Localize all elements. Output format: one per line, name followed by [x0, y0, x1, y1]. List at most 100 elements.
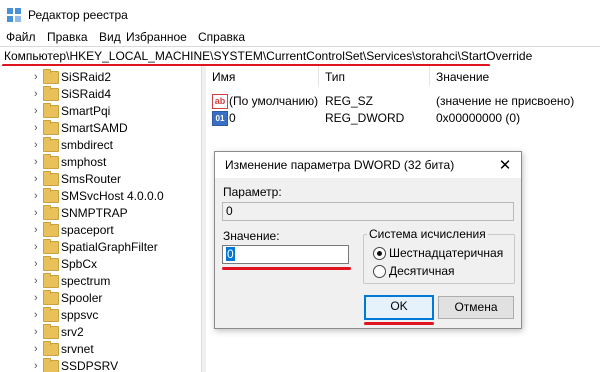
expand-arrow-icon[interactable]: › — [34, 326, 42, 338]
tree-item-label: SMSvcHost 4.0.0.0 — [61, 189, 164, 203]
value-label: Значение: — [223, 229, 280, 243]
tree-item-label: spectrum — [61, 274, 111, 288]
expand-arrow-icon[interactable]: › — [34, 88, 42, 100]
window-title: Редактор реестра — [28, 8, 128, 22]
dialog-title-bar: Изменение параметра DWORD (32 бита) ✕ — [215, 152, 521, 178]
string-value-icon: ab — [212, 94, 228, 109]
expand-arrow-icon[interactable]: › — [34, 207, 42, 219]
column-header-label: Значение — [436, 70, 490, 84]
menu-favorites[interactable]: Избранное — [126, 30, 187, 44]
expand-arrow-icon[interactable]: › — [34, 190, 42, 202]
folder-icon — [43, 290, 59, 305]
tree-item[interactable]: › SpatialGraphFilter — [0, 238, 201, 256]
radio-dec[interactable] — [373, 265, 386, 278]
tree-item-label: sppsvc — [61, 308, 99, 322]
menu-file[interactable]: Файл — [6, 30, 36, 44]
tree-item[interactable]: › SiSRaid2 — [0, 68, 201, 86]
expand-arrow-icon[interactable]: › — [34, 139, 42, 151]
value-name: (По умолчанию) — [229, 94, 319, 108]
folder-icon — [43, 324, 59, 339]
base-group-title: Система исчисления — [367, 227, 488, 241]
tree-item-label: srvnet — [61, 342, 94, 356]
expand-arrow-icon[interactable]: › — [34, 156, 42, 168]
folder-icon — [43, 120, 59, 135]
expand-arrow-icon[interactable]: › — [34, 258, 42, 270]
tree-item-label: SSDPSRV — [61, 359, 119, 372]
radio-hex-label[interactable]: Шестнадцатеричная — [389, 246, 503, 260]
dword-value-icon: 01 — [212, 111, 228, 126]
tree-item[interactable]: › SMSvcHost 4.0.0.0 — [0, 187, 201, 205]
radio-hex[interactable] — [373, 247, 386, 260]
folder-icon — [43, 256, 59, 271]
tree-item[interactable]: › spectrum — [0, 272, 201, 290]
expand-arrow-icon[interactable]: › — [34, 292, 42, 304]
tree-item-label: spaceport — [61, 223, 114, 237]
expand-arrow-icon[interactable]: › — [34, 309, 42, 321]
column-header-label: Тип — [325, 70, 346, 84]
registry-tree: › SiSRaid2 › SiSRaid4 › SmartPqi › SmartSAMD… — [0, 66, 201, 372]
column-header-name[interactable]: Имя — [206, 66, 319, 86]
tree-item[interactable]: › SSDPSRV — [0, 357, 201, 372]
tree-item[interactable]: › SmsRouter — [0, 170, 201, 188]
tree-item[interactable]: › smbdirect — [0, 136, 201, 154]
tree-item-label: SmsRouter — [61, 172, 122, 186]
expand-arrow-icon[interactable]: › — [34, 173, 42, 185]
tree-item[interactable]: › srvnet — [0, 340, 201, 358]
column-header-label: Имя — [212, 70, 236, 84]
value-data: 0x00000000 (0) — [436, 111, 521, 125]
tree-item-label: SmartSAMD — [61, 121, 128, 135]
expand-arrow-icon[interactable]: › — [34, 343, 42, 355]
value-highlight-underline — [222, 267, 351, 270]
tree-item[interactable]: › spaceport — [0, 221, 201, 239]
ok-button[interactable]: OK — [364, 295, 434, 320]
value-input[interactable]: 0 — [222, 245, 349, 264]
tree-item-label: SpatialGraphFilter — [61, 240, 158, 254]
value-row[interactable]: ab (По умолчанию) REG_SZ (значение не пр… — [206, 92, 600, 110]
expand-arrow-icon[interactable]: › — [34, 105, 42, 117]
tree-item[interactable]: › Spooler — [0, 289, 201, 307]
param-name-value: 0 — [226, 204, 233, 218]
folder-icon — [43, 273, 59, 288]
menu-edit[interactable]: Правка — [47, 30, 88, 44]
close-icon[interactable]: ✕ — [497, 156, 513, 174]
folder-icon — [43, 307, 59, 322]
tree-item[interactable]: › SpbCx — [0, 255, 201, 273]
tree-item-label: smphost — [61, 155, 107, 169]
dialog-title: Изменение параметра DWORD (32 бита) — [225, 158, 455, 172]
ok-highlight-underline — [364, 322, 434, 325]
tree-item[interactable]: › sppsvc — [0, 306, 201, 324]
expand-arrow-icon[interactable]: › — [34, 241, 42, 253]
expand-arrow-icon[interactable]: › — [34, 275, 42, 287]
cancel-button[interactable]: Отмена — [438, 296, 514, 319]
expand-arrow-icon[interactable]: › — [34, 360, 42, 372]
folder-icon — [43, 103, 59, 118]
folder-icon — [43, 358, 59, 372]
tree-item-label: SpbCx — [61, 257, 98, 271]
value-data: (значение не присвоено) — [436, 94, 575, 108]
menu-view[interactable]: Вид — [99, 30, 121, 44]
tree-item-label: Spooler — [61, 291, 103, 305]
expand-arrow-icon[interactable]: › — [34, 71, 42, 83]
tree-item[interactable]: › smphost — [0, 153, 201, 171]
tree-item-label: SNMPTRAP — [61, 206, 128, 220]
tree-item[interactable]: › SNMPTRAP — [0, 204, 201, 222]
expand-arrow-icon[interactable]: › — [34, 122, 42, 134]
tree-item[interactable]: › srv2 — [0, 323, 201, 341]
folder-icon — [43, 239, 59, 254]
folder-icon — [43, 154, 59, 169]
menu-help[interactable]: Справка — [198, 30, 245, 44]
tree-item[interactable]: › SiSRaid4 — [0, 85, 201, 103]
column-header-data[interactable]: Значение — [430, 66, 600, 86]
address-path[interactable]: Компьютер\HKEY_LOCAL_MACHINE\SYSTEM\Curr… — [4, 49, 532, 63]
folder-icon — [43, 205, 59, 220]
folder-icon — [43, 188, 59, 203]
column-header-type[interactable]: Тип — [319, 66, 430, 86]
value-row[interactable]: 01 0 REG_DWORD 0x00000000 (0) — [206, 109, 600, 127]
folder-icon — [43, 69, 59, 84]
value-input-text: 0 — [226, 247, 235, 261]
expand-arrow-icon[interactable]: › — [34, 224, 42, 236]
tree-item-label: SmartPqi — [61, 104, 111, 118]
radio-dec-label[interactable]: Десятичная — [389, 264, 455, 278]
tree-item[interactable]: › SmartSAMD — [0, 119, 201, 137]
tree-item[interactable]: › SmartPqi — [0, 102, 201, 120]
